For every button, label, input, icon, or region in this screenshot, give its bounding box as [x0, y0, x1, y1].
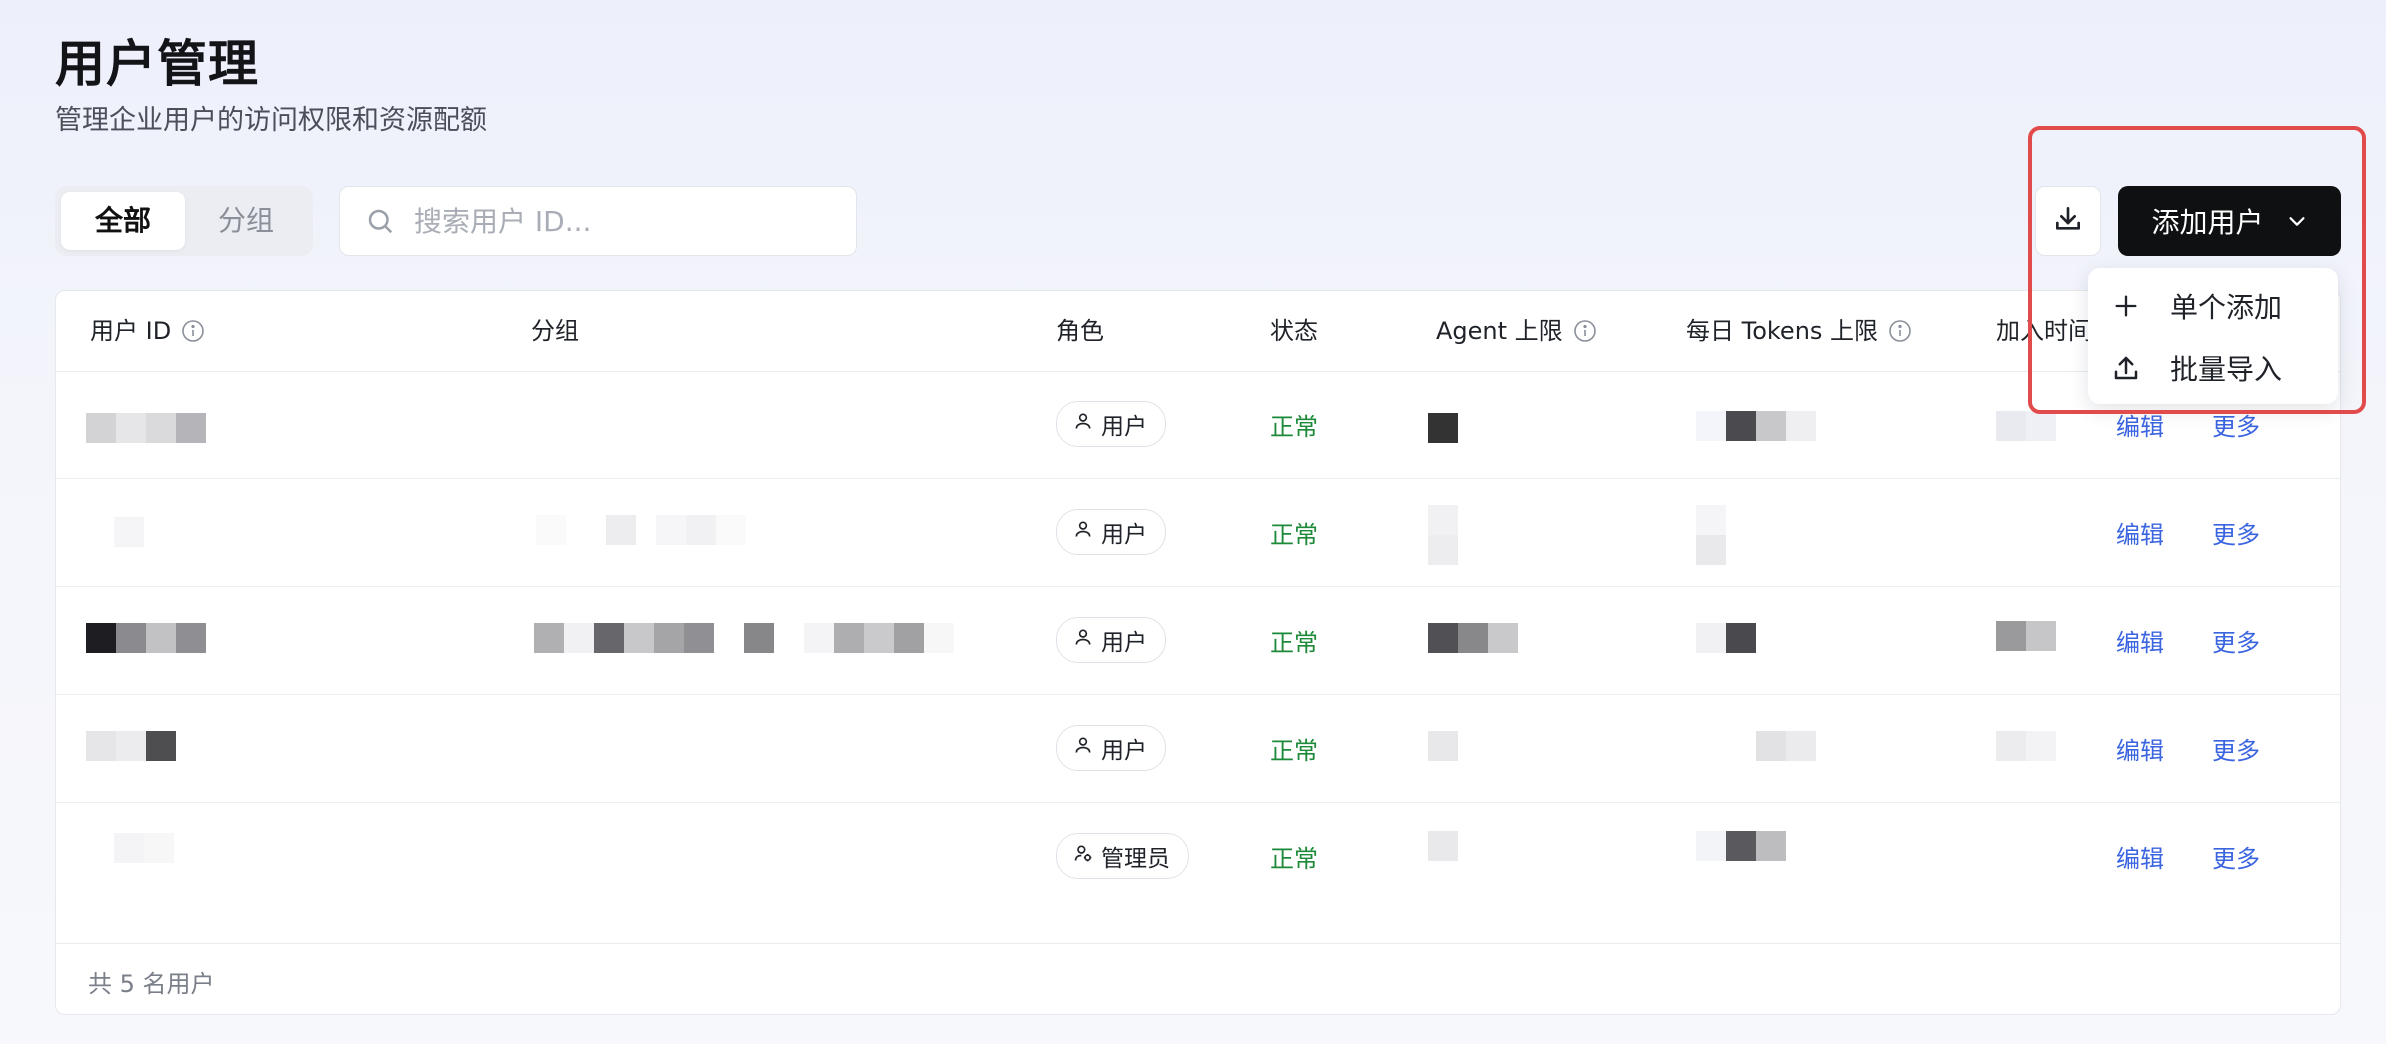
chevron-down-icon [2286, 210, 2308, 232]
user-icon [1073, 735, 1093, 761]
role-badge: 用户 [1056, 725, 1166, 771]
tab-all[interactable]: 全部 [61, 192, 185, 250]
redacted-group [536, 515, 746, 545]
status-text: 正常 [1270, 737, 1318, 765]
redacted-join-time [1996, 621, 2056, 651]
table-header: 用户 ID 分组 角色 状态 Agent 上限 每日 Tokens 上限 加入时… [56, 291, 2340, 372]
user-icon [1073, 627, 1093, 653]
info-icon[interactable] [181, 319, 205, 343]
edit-link[interactable]: 编辑 [2116, 731, 2164, 766]
edit-link[interactable]: 编辑 [2116, 839, 2164, 874]
redacted-agent-limit [1428, 413, 1458, 443]
redacted-user-id [86, 623, 206, 653]
page-subtitle: 管理企业用户的访问权限和资源配额 [55, 105, 487, 136]
status-text: 正常 [1270, 629, 1318, 657]
user-icon [1073, 519, 1093, 545]
more-link[interactable]: 更多 [2212, 731, 2260, 766]
table-row: 管理员 正常 编辑 更多 [56, 803, 2340, 911]
status-text: 正常 [1270, 521, 1318, 549]
table-row: 用户 正常 编辑 更多 [56, 479, 2340, 587]
redacted-user-id [114, 833, 174, 863]
table-row: 用户 正常 编辑 更多 [56, 695, 2340, 803]
status-text: 正常 [1270, 845, 1318, 873]
redacted-agent-limit [1428, 505, 1458, 565]
upload-icon [2110, 352, 2142, 384]
info-icon[interactable] [1573, 319, 1597, 343]
role-badge: 用户 [1056, 401, 1166, 447]
admin-icon [1073, 843, 1093, 869]
redacted-user-id [114, 517, 144, 547]
more-link[interactable]: 更多 [2212, 839, 2260, 874]
plus-icon [2110, 290, 2142, 322]
redacted-join-time [1996, 411, 2056, 441]
add-user-menu: 单个添加 批量导入 [2088, 268, 2338, 404]
redacted-user-id [86, 413, 206, 443]
column-status: 状态 [1270, 317, 1318, 345]
column-join-time: 加入时间 [1996, 317, 2092, 345]
column-group: 分组 [531, 317, 579, 345]
column-user-id: 用户 ID [90, 291, 205, 371]
more-link[interactable]: 更多 [2212, 407, 2260, 442]
page-title: 用户管理 [55, 35, 259, 93]
redacted-group [534, 623, 954, 653]
more-link[interactable]: 更多 [2212, 515, 2260, 550]
edit-link[interactable]: 编辑 [2116, 623, 2164, 658]
search-icon [362, 203, 398, 239]
users-table: 用户 ID 分组 角色 状态 Agent 上限 每日 Tokens 上限 加入时… [55, 290, 2341, 1015]
redacted-agent-limit [1428, 731, 1458, 761]
redacted-daily-tokens [1696, 411, 1816, 441]
menu-item-single-add[interactable]: 单个添加 [2088, 276, 2338, 336]
edit-link[interactable]: 编辑 [2116, 407, 2164, 442]
download-icon [2052, 203, 2084, 239]
add-user-label: 添加用户 [2151, 206, 2264, 239]
redacted-daily-tokens [1696, 831, 1786, 861]
role-badge: 用户 [1056, 617, 1166, 663]
add-user-button[interactable]: 添加用户 [2118, 186, 2341, 256]
redacted-join-time [1996, 731, 2056, 761]
table-row: 用户 正常 编辑 更多 [56, 371, 2340, 479]
redacted-agent-limit [1428, 623, 1518, 653]
column-agent-limit: Agent 上限 [1436, 291, 1597, 371]
menu-item-batch-import[interactable]: 批量导入 [2088, 338, 2338, 398]
redacted-agent-limit [1428, 831, 1458, 861]
view-tabs: 全部 分组 [55, 186, 313, 256]
table-row: 用户 正常 编辑 更多 [56, 587, 2340, 695]
redacted-daily-tokens [1696, 623, 1756, 653]
tab-groups[interactable]: 分组 [185, 192, 307, 250]
redacted-user-id [86, 731, 176, 761]
role-badge: 用户 [1056, 509, 1166, 555]
edit-link[interactable]: 编辑 [2116, 515, 2164, 550]
search-box [339, 186, 857, 256]
more-link[interactable]: 更多 [2212, 623, 2260, 658]
user-icon [1073, 411, 1093, 437]
column-daily-tokens: 每日 Tokens 上限 [1686, 291, 1912, 371]
role-badge: 管理员 [1056, 833, 1189, 879]
user-count: 共 5 名用户 [88, 970, 215, 998]
table-footer: 共 5 名用户 [56, 943, 2340, 1014]
column-role: 角色 [1056, 317, 1104, 345]
info-icon[interactable] [1888, 319, 1912, 343]
download-button[interactable] [2035, 186, 2101, 256]
status-text: 正常 [1270, 413, 1318, 441]
search-input[interactable] [412, 203, 836, 239]
redacted-daily-tokens [1696, 505, 1726, 565]
redacted-daily-tokens [1756, 731, 1816, 761]
